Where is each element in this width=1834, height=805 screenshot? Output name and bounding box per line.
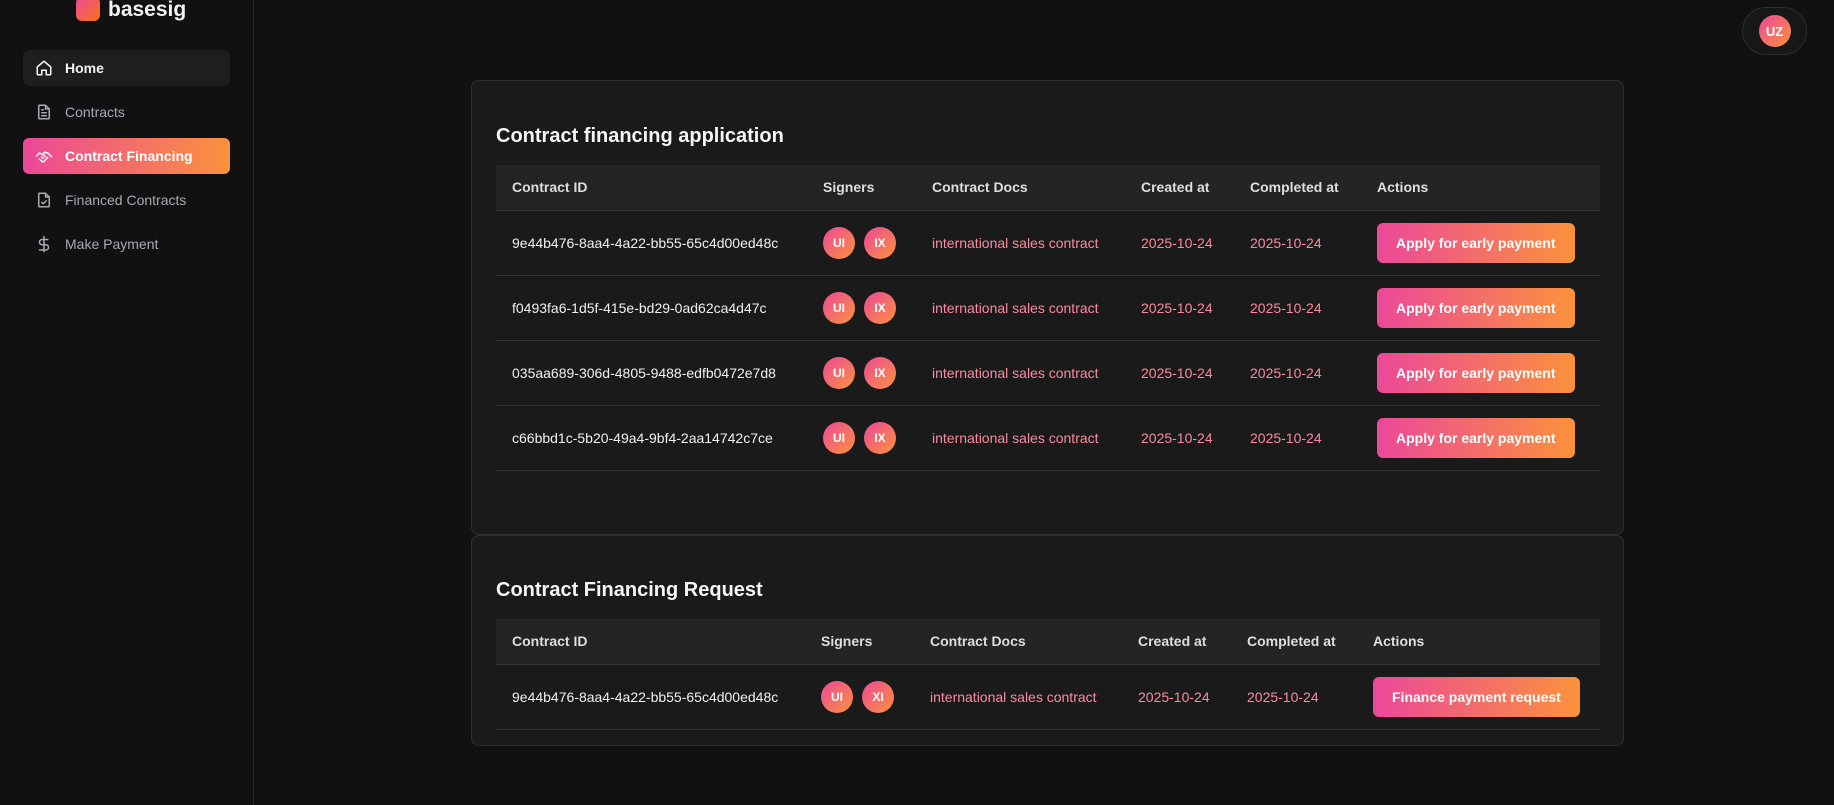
contract-id: 9e44b476-8aa4-4a22-bb55-65c4d00ed48c [496,664,805,730]
actions-cell: Apply for early payment [1361,340,1600,406]
signer-avatar[interactable]: UI [823,421,855,454]
actions-cell: Apply for early payment [1361,275,1600,341]
signer-avatar[interactable]: IX [864,421,896,454]
created-at: 2025-10-24 [1125,340,1234,406]
card-title: Contract Financing Request [496,579,763,601]
finance-payment-request-button[interactable]: Finance payment request [1373,676,1580,717]
apply-early-payment-button[interactable]: Apply for early payment [1377,417,1575,458]
home-icon [36,60,52,76]
column-header: Actions [1361,165,1600,211]
column-header: Contract ID [496,619,805,665]
user-menu-button[interactable]: UZ [1742,7,1807,55]
completed-at: 2025-10-24 [1234,405,1361,471]
signer-avatar[interactable]: UI [821,680,853,713]
sidebar-item-make-payment[interactable]: Make Payment [23,226,230,262]
handshake-icon [35,151,53,163]
contract-doc-link[interactable]: international sales contract [914,664,1122,730]
contract-id: f0493fa6-1d5f-415e-bd29-0ad62ca4d47c [496,275,807,341]
contract-id: 035aa689-306d-4805-9488-edfb0472e7d8 [496,340,807,406]
dollar-icon [38,235,50,253]
signer-avatar[interactable]: UI [823,226,855,259]
table-row: 035aa689-306d-4805-9488-edfb0472e7d8 UI … [496,340,1600,406]
sidebar-item-label: Contract Financing [65,148,193,164]
brand-name: basesig [108,0,187,21]
signers-cell: UI IX [807,340,916,406]
apply-early-payment-button[interactable]: Apply for early payment [1377,222,1575,263]
column-header: Completed at [1231,619,1357,665]
table-row: 9e44b476-8aa4-4a22-bb55-65c4d00ed48c UI … [496,664,1600,730]
apply-early-payment-button[interactable]: Apply for early payment [1377,287,1575,328]
created-at: 2025-10-24 [1125,405,1234,471]
sidebar-item-label: Make Payment [65,236,159,252]
created-at: 2025-10-24 [1125,210,1234,276]
table-header-row: Contract ID Signers Contract Docs Create… [496,619,1600,665]
sidebar-item-contracts[interactable]: Contracts [23,94,230,130]
sidebar-item-label: Contracts [65,104,125,120]
table-row: 9e44b476-8aa4-4a22-bb55-65c4d00ed48c UI … [496,210,1600,276]
brand[interactable]: basesig [76,0,186,26]
actions-cell: Finance payment request [1357,664,1600,730]
column-header: Created at [1125,165,1234,211]
column-header: Created at [1122,619,1231,665]
user-avatar: UZ [1758,15,1791,47]
contract-id: c66bbd1c-5b20-49a4-9bf4-2aa14742c7ce [496,405,807,471]
request-table: Contract ID Signers Contract Docs Create… [496,619,1600,730]
table-row: c66bbd1c-5b20-49a4-9bf4-2aa14742c7ce UI … [496,405,1600,471]
sidebar-item-contract-financing[interactable]: Contract Financing [23,138,230,174]
table-header-row: Contract ID Signers Contract Docs Create… [496,165,1600,211]
completed-at: 2025-10-24 [1234,340,1361,406]
sidebar-item-financed-contracts[interactable]: Financed Contracts [23,182,230,218]
sidebar-item-home[interactable]: Home [23,50,230,86]
sidebar-item-label: Home [65,60,104,76]
actions-cell: Apply for early payment [1361,405,1600,471]
document-icon [38,104,50,120]
column-header: Contract Docs [914,619,1122,665]
signers-cell: UI IX [807,405,916,471]
completed-at: 2025-10-24 [1234,275,1361,341]
completed-at: 2025-10-24 [1234,210,1361,276]
column-header: Contract Docs [916,165,1125,211]
contract-doc-link[interactable]: international sales contract [916,405,1125,471]
created-at: 2025-10-24 [1122,664,1231,730]
contract-id: 9e44b476-8aa4-4a22-bb55-65c4d00ed48c [496,210,807,276]
file-check-icon [38,192,50,208]
column-header: Signers [805,619,914,665]
column-header: Signers [807,165,916,211]
apply-early-payment-button[interactable]: Apply for early payment [1377,352,1575,393]
card-title: Contract financing application [496,125,784,147]
financing-application-card: Contract financing application Contract … [471,80,1624,535]
signer-avatar[interactable]: UI [823,356,855,389]
column-header: Actions [1357,619,1600,665]
table-row: f0493fa6-1d5f-415e-bd29-0ad62ca4d47c UI … [496,275,1600,341]
completed-at: 2025-10-24 [1231,664,1357,730]
signer-avatar[interactable]: UI [823,291,855,324]
brand-logo [76,0,100,21]
column-header: Contract ID [496,165,807,211]
financing-request-card: Contract Financing Request Contract ID S… [471,535,1624,746]
signer-avatar[interactable]: IX [864,291,896,324]
contract-doc-link[interactable]: international sales contract [916,340,1125,406]
sidebar-item-label: Financed Contracts [65,192,187,208]
signer-avatar[interactable]: IX [864,356,896,389]
sidebar: basesig Home Contracts Contract Financin… [0,0,254,805]
signer-avatar[interactable]: IX [864,226,896,259]
created-at: 2025-10-24 [1125,275,1234,341]
signers-cell: UI IX [807,275,916,341]
signers-cell: UI XI [805,664,914,730]
application-table: Contract ID Signers Contract Docs Create… [496,165,1600,471]
column-header: Completed at [1234,165,1361,211]
contract-doc-link[interactable]: international sales contract [916,210,1125,276]
actions-cell: Apply for early payment [1361,210,1600,276]
sidebar-nav: Home Contracts Contract Financing Financ… [23,50,230,270]
signer-avatar[interactable]: XI [862,680,894,713]
signers-cell: UI IX [807,210,916,276]
contract-doc-link[interactable]: international sales contract [916,275,1125,341]
